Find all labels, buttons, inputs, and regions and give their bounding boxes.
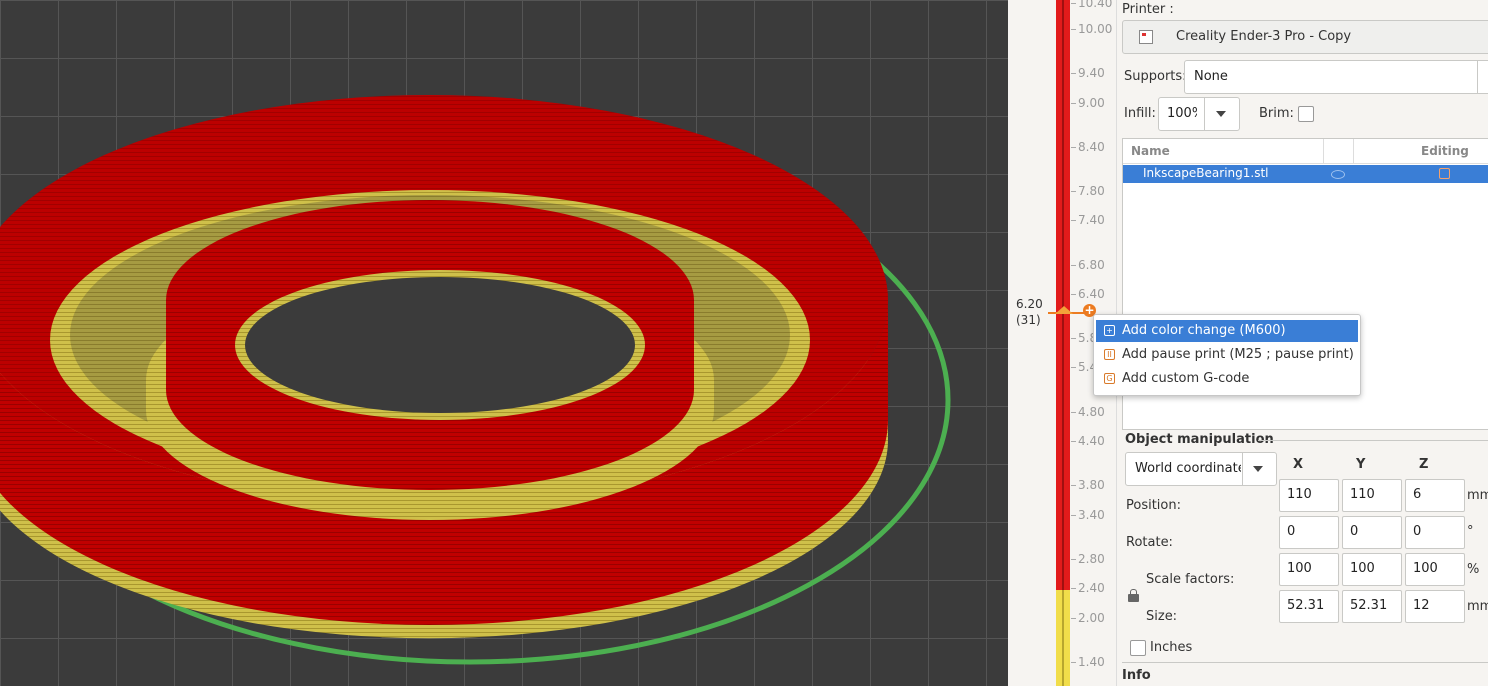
- slider-tick: 7.80: [1071, 184, 1105, 198]
- coordinate-system-select[interactable]: World coordinates: [1125, 452, 1277, 486]
- inches-checkbox[interactable]: [1130, 640, 1146, 656]
- position-x-input[interactable]: 110: [1279, 479, 1339, 512]
- printer-label: Printer :: [1122, 2, 1174, 17]
- axis-y-label: Y: [1356, 457, 1366, 472]
- slider-tick: 2.80: [1071, 552, 1105, 566]
- position-unit: mm: [1467, 488, 1488, 503]
- inches-label: Inches: [1150, 640, 1193, 655]
- supports-value: None: [1194, 69, 1228, 84]
- object-name: InkscapeBearing1.stl: [1143, 166, 1269, 180]
- brim-label: Brim:: [1259, 106, 1294, 121]
- slider-tick: 6.80: [1071, 258, 1105, 272]
- chevron-down-icon: [1216, 111, 1226, 117]
- scale-unit: %: [1467, 562, 1480, 577]
- supports-label: Supports:: [1124, 69, 1187, 84]
- slider-tick: 2.00: [1071, 611, 1105, 625]
- infill-select[interactable]: 100%: [1158, 97, 1240, 131]
- pause-icon: II: [1104, 349, 1115, 360]
- slider-tick: 9.40: [1071, 66, 1105, 80]
- slider-tick: 8.40: [1071, 140, 1105, 154]
- column-name: Name: [1131, 144, 1170, 158]
- slider-tick: 3.40: [1071, 508, 1105, 522]
- gcode-icon: G: [1104, 373, 1115, 384]
- rotate-x-input[interactable]: 0: [1279, 516, 1339, 549]
- printer-icon: [1139, 30, 1153, 44]
- infill-label: Infill:: [1124, 106, 1156, 121]
- slider-tick: 10.40: [1071, 0, 1112, 10]
- column-editing: Editing: [1421, 144, 1469, 158]
- axis-z-label: Z: [1419, 457, 1429, 472]
- object-manipulation-title: Object manipulation: [1125, 432, 1274, 447]
- slider-tick: 2.40: [1071, 581, 1105, 595]
- brim-checkbox[interactable]: [1298, 106, 1314, 122]
- supports-select[interactable]: None: [1184, 60, 1488, 94]
- slider-tick: 6.40: [1071, 287, 1105, 301]
- slider-context-menu: + Add color change (M600) II Add pause p…: [1093, 314, 1361, 396]
- scale-y-input[interactable]: 100: [1342, 553, 1402, 586]
- menu-item-add-pause-print[interactable]: II Add pause print (M25 ; pause print): [1096, 344, 1358, 366]
- infill-value: 100%: [1167, 106, 1197, 121]
- chevron-down-icon: [1253, 466, 1263, 472]
- coordinate-system-value: World coordinates: [1135, 461, 1241, 476]
- slider-tick: 9.00: [1071, 96, 1105, 110]
- slider-tick: 7.40: [1071, 213, 1105, 227]
- slider-tick: 3.80: [1071, 478, 1105, 492]
- plus-icon: +: [1104, 325, 1115, 336]
- eye-icon[interactable]: [1331, 170, 1345, 179]
- object-list-header: Name Editing: [1123, 139, 1488, 164]
- menu-item-add-custom-gcode[interactable]: G Add custom G-code: [1096, 368, 1358, 390]
- edit-icon[interactable]: [1439, 168, 1450, 179]
- list-item[interactable]: InkscapeBearing1.stl: [1123, 165, 1488, 183]
- info-title: Info: [1122, 668, 1151, 683]
- 3d-preview-viewport[interactable]: [0, 0, 1008, 686]
- rotate-label: Rotate:: [1126, 535, 1173, 550]
- scale-x-input[interactable]: 100: [1279, 553, 1339, 586]
- printer-value: Creality Ender-3 Pro - Copy: [1176, 29, 1352, 44]
- rotate-y-input[interactable]: 0: [1342, 516, 1402, 549]
- size-y-input[interactable]: 52.31: [1342, 590, 1402, 623]
- slider-tick: 1.40: [1071, 655, 1105, 669]
- position-label: Position:: [1126, 498, 1181, 513]
- size-z-input[interactable]: 12: [1405, 590, 1465, 623]
- size-label: Size:: [1146, 609, 1178, 624]
- lock-icon[interactable]: [1128, 589, 1139, 602]
- slider-current-layer: (31): [1016, 313, 1041, 327]
- scale-z-input[interactable]: 100: [1405, 553, 1465, 586]
- scale-label: Scale factors:: [1146, 572, 1235, 587]
- slider-current-value: 6.20: [1016, 297, 1043, 311]
- position-z-input[interactable]: 6: [1405, 479, 1465, 512]
- slider-tick: 4.80: [1071, 405, 1105, 419]
- slider-thumb[interactable]: [1055, 306, 1073, 314]
- bearing-model-render: [0, 95, 951, 665]
- printer-select[interactable]: Creality Ender-3 Pro - Copy: [1122, 20, 1488, 54]
- rotate-unit: °: [1467, 524, 1474, 539]
- rotate-z-input[interactable]: 0: [1405, 516, 1465, 549]
- size-x-input[interactable]: 52.31: [1279, 590, 1339, 623]
- slider-tick: 10.00: [1071, 22, 1112, 36]
- slider-tick: 4.40: [1071, 434, 1105, 448]
- axis-x-label: X: [1293, 457, 1304, 472]
- size-unit: mm: [1467, 599, 1488, 614]
- menu-item-add-color-change[interactable]: + Add color change (M600): [1096, 320, 1358, 342]
- position-y-input[interactable]: 110: [1342, 479, 1402, 512]
